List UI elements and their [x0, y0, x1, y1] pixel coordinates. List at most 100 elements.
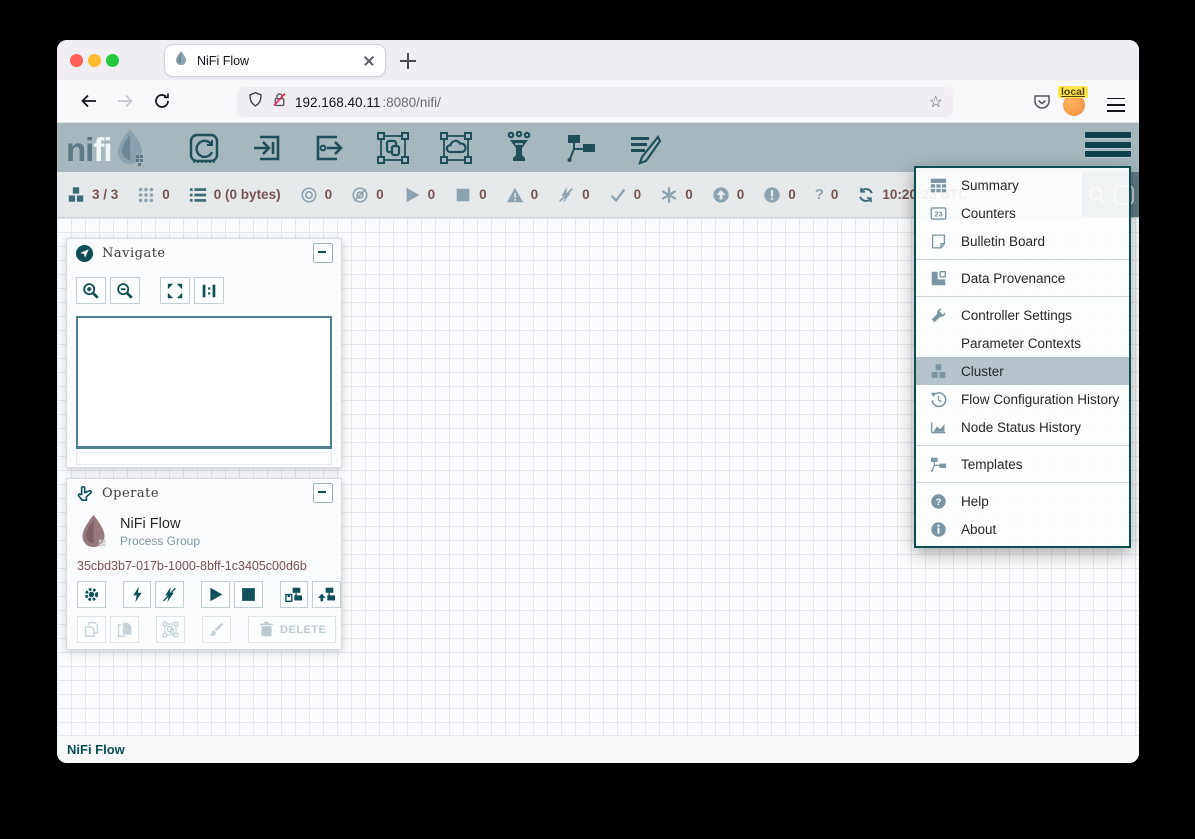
stop-button[interactable] [234, 581, 263, 608]
zoom-out-button[interactable] [110, 277, 140, 304]
process-group-drop-icon [77, 513, 110, 550]
global-menu-button[interactable] [1085, 132, 1131, 164]
running-count: 0 [428, 187, 436, 202]
browser-tab[interactable]: NiFi Flow [165, 45, 385, 76]
copy-button[interactable] [77, 616, 106, 643]
enable-bolt-button[interactable] [123, 581, 152, 608]
status-stale: 0 [712, 186, 745, 204]
reload-icon[interactable] [152, 91, 172, 111]
group-button[interactable] [156, 616, 185, 643]
close-window-button[interactable] [70, 54, 83, 67]
area-chart-icon [928, 419, 948, 436]
configure-gear-button[interactable] [77, 581, 106, 608]
remote-process-group-draggable-icon[interactable] [437, 129, 475, 167]
menu-item-label: Bulletin Board [961, 234, 1045, 249]
provenance-icon [928, 270, 948, 287]
shield-icon[interactable] [247, 91, 264, 113]
stale-count: 0 [737, 187, 745, 202]
cluster-count: 3 / 3 [92, 187, 118, 202]
output-port-draggable-icon[interactable] [311, 129, 349, 167]
menu-item-bulletin-board[interactable]: Bulletin Board [916, 227, 1129, 255]
navigate-panel: Navigate [66, 238, 342, 468]
birdseye-minimap[interactable] [76, 316, 332, 449]
browser-tab-bar: NiFi Flow [57, 40, 1139, 80]
status-up-to-date: 0 [609, 186, 642, 204]
minimize-window-button[interactable] [88, 54, 101, 67]
operate-title: Operate [102, 486, 305, 501]
disabled-bolt-slash-icon [557, 186, 575, 204]
stopped-square-icon [454, 186, 472, 204]
input-port-draggable-icon[interactable] [248, 129, 286, 167]
new-tab-button[interactable] [397, 50, 419, 72]
firefox-menu-icon[interactable] [1107, 93, 1125, 109]
menu-item-controller-settings[interactable]: Controller Settings [916, 301, 1129, 329]
save-flow-version-button[interactable] [280, 581, 309, 608]
not-transmitting-icon [351, 186, 369, 204]
stale-arrow-up-icon [712, 186, 730, 204]
menu-item-help[interactable]: ? Help [916, 487, 1129, 515]
navigate-toolbar [67, 267, 341, 312]
menu-item-label: Parameter Contexts [961, 336, 1081, 351]
template-icon [928, 456, 948, 473]
menu-item-flow-configuration-history[interactable]: Flow Configuration History [916, 385, 1129, 413]
modified-stale-count: 0 [788, 187, 796, 202]
menu-item-label: About [961, 522, 996, 537]
cluster-cubes-icon [928, 363, 948, 380]
menu-item-parameter-contexts[interactable]: Parameter Contexts [916, 329, 1129, 357]
menu-item-about[interactable]: About [916, 515, 1129, 543]
navigate-collapse-button[interactable] [313, 243, 333, 263]
menu-item-cluster[interactable]: Cluster [916, 357, 1129, 385]
zoom-fit-button[interactable] [160, 277, 190, 304]
running-play-icon [403, 186, 421, 204]
insecure-lock-icon[interactable] [271, 91, 288, 113]
menu-separator [916, 482, 1129, 483]
url-path: :8080/nifi/ [382, 95, 441, 110]
start-play-button[interactable] [201, 581, 230, 608]
tab-close-icon[interactable] [361, 53, 377, 69]
modified-stale-exclaim-icon [763, 186, 781, 204]
processor-draggable-icon[interactable] [185, 129, 223, 167]
status-invalid: 0 [506, 186, 539, 204]
operate-collapse-button[interactable] [313, 483, 333, 503]
menu-separator [916, 259, 1129, 260]
logo-text-fi: fi [93, 131, 111, 168]
breadcrumb[interactable]: NiFi Flow [67, 742, 125, 757]
status-locally-modified-and-stale: 0 [763, 186, 796, 204]
menu-item-label: Help [961, 494, 989, 509]
summary-table-icon [928, 177, 948, 194]
info-circle-icon [928, 521, 948, 538]
threads-icon [137, 186, 155, 204]
zoom-actual-size-button[interactable] [194, 277, 224, 304]
color-brush-button[interactable] [202, 616, 231, 643]
menu-item-templates[interactable]: Templates [916, 450, 1129, 478]
upload-flow-version-button[interactable] [312, 581, 341, 608]
url-bar[interactable]: 192.168.40.11 :8080/nifi/ ☆ [237, 87, 953, 117]
pocket-icon[interactable] [1032, 92, 1052, 112]
process-group-draggable-icon[interactable] [374, 129, 412, 167]
operate-buttons-row2: DELETE [67, 608, 341, 643]
menu-item-label: Cluster [961, 364, 1004, 379]
zoom-in-button[interactable] [76, 277, 106, 304]
delete-button[interactable]: DELETE [248, 616, 336, 643]
bookmark-star-icon[interactable]: ☆ [929, 92, 943, 112]
label-draggable-icon[interactable] [626, 129, 664, 167]
maximize-window-button[interactable] [106, 54, 119, 67]
status-not-transmitting: 0 [351, 186, 384, 204]
refresh-icon[interactable] [857, 186, 875, 204]
menu-item-node-status-history[interactable]: Node Status History [916, 413, 1129, 441]
paste-button[interactable] [110, 616, 139, 643]
menu-item-data-provenance[interactable]: Data Provenance [916, 264, 1129, 292]
component-toolbar [185, 129, 664, 167]
template-draggable-icon[interactable] [563, 129, 601, 167]
menu-item-counters[interactable]: 23 Counters [916, 199, 1129, 227]
forward-icon[interactable] [115, 91, 135, 111]
menu-item-summary[interactable]: Summary [916, 171, 1129, 199]
menu-separator [916, 296, 1129, 297]
funnel-draggable-icon[interactable] [500, 129, 538, 167]
status-stopped: 0 [454, 186, 487, 204]
back-icon[interactable] [79, 91, 99, 111]
threads-count: 0 [162, 187, 170, 202]
queued-list-icon [189, 186, 207, 204]
disable-bolt-slash-button[interactable] [155, 581, 184, 608]
svg-text:23: 23 [934, 209, 942, 218]
